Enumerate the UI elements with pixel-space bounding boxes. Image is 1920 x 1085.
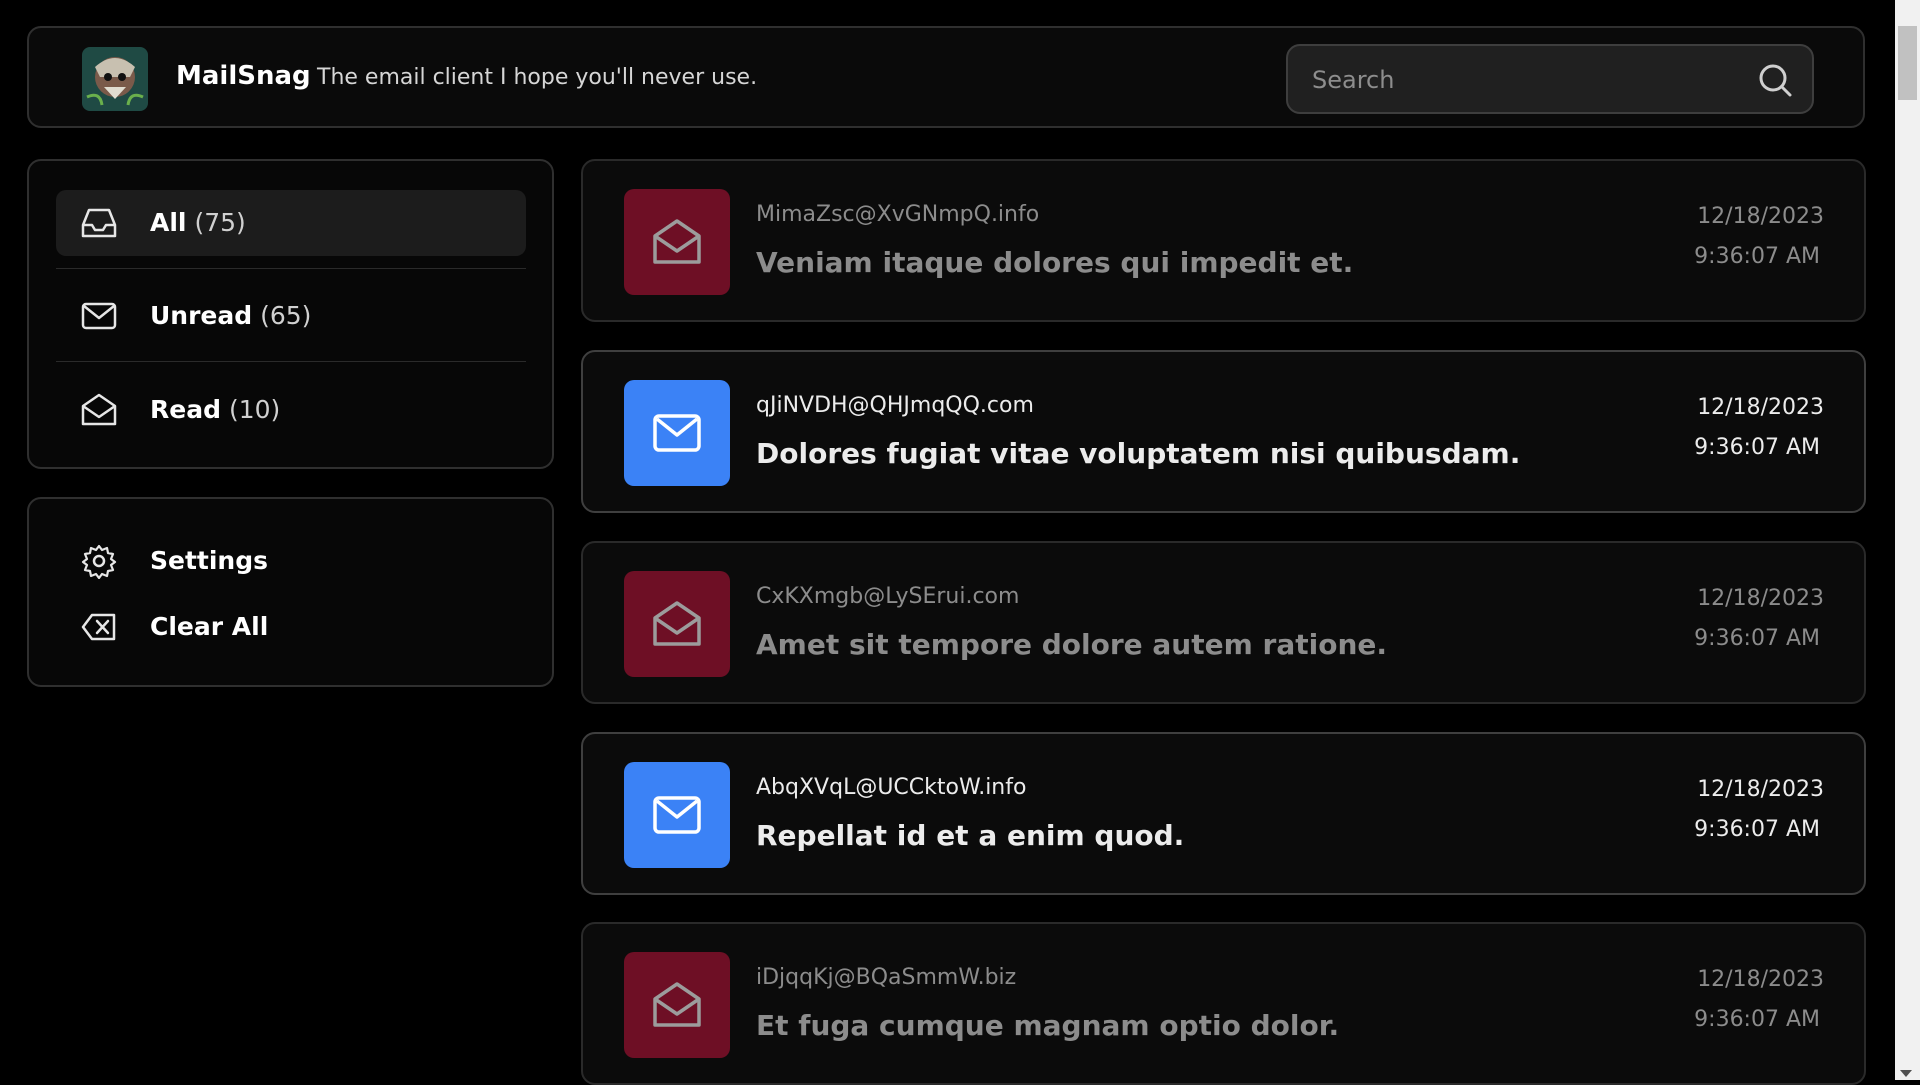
clear-all-button[interactable]: Clear All (80, 605, 500, 649)
folder-read[interactable]: Read (10) (56, 377, 526, 443)
inbox-icon (81, 208, 117, 238)
app-tagline: The email client I hope you'll never use… (317, 65, 758, 90)
email-time: 9:36:07 AM (1694, 817, 1820, 842)
actions-panel: Settings Clear All (27, 497, 554, 687)
email-time: 9:36:07 AM (1694, 435, 1820, 460)
folder-unread[interactable]: Unread (65) (56, 283, 526, 349)
email-time: 9:36:07 AM (1694, 244, 1820, 269)
email-sender: CxKXmgb@LySErui.com (756, 584, 1020, 609)
email-status-badge (624, 762, 730, 868)
email-item[interactable]: qJiNVDH@QHJmqQQ.com Dolores fugiat vitae… (581, 350, 1866, 513)
email-item[interactable]: iDjqqKj@BQaSmmW.biz Et fuga cumque magna… (581, 922, 1866, 1085)
email-item[interactable]: CxKXmgb@LySErui.com Amet sit tempore dol… (581, 541, 1866, 704)
mail-closed-icon (653, 414, 701, 452)
mail-open-icon (653, 219, 701, 264)
email-date: 12/18/2023 (1697, 586, 1824, 611)
settings-label: Settings (150, 546, 269, 575)
search-input[interactable] (1312, 58, 1732, 102)
gear-icon (81, 544, 117, 579)
email-status-badge (624, 571, 730, 677)
mail-open-icon (653, 982, 701, 1027)
settings-button[interactable]: Settings (80, 539, 500, 583)
email-subject: Veniam itaque dolores qui impedit et. (756, 246, 1354, 279)
email-sender: AbqXVqL@UCCktoW.info (756, 775, 1027, 800)
email-time: 9:36:07 AM (1694, 1007, 1820, 1032)
folder-panel: All (75) Unread (65) Read (10) (27, 159, 554, 469)
mail-open-icon (81, 393, 117, 426)
app-header: MailSnag The email client I hope you'll … (27, 26, 1865, 128)
email-sender: MimaZsc@XvGNmpQ.info (756, 202, 1040, 227)
email-status-badge (624, 380, 730, 486)
folder-label: All (75) (150, 208, 246, 237)
folder-all[interactable]: All (75) (56, 190, 526, 256)
email-date: 12/18/2023 (1697, 395, 1824, 420)
email-sender: iDjqqKj@BQaSmmW.biz (756, 965, 1017, 990)
email-status-badge (624, 189, 730, 295)
scrollbar-thumb[interactable] (1898, 26, 1917, 100)
email-subject: Repellat id et a enim quod. (756, 819, 1185, 852)
divider (56, 361, 526, 362)
scrollbar[interactable] (1895, 0, 1920, 1080)
mail-closed-icon (653, 796, 701, 834)
app-name: MailSnag (176, 61, 311, 91)
email-subject: Amet sit tempore dolore autem ratione. (756, 628, 1388, 661)
backspace-icon (81, 613, 116, 641)
app-logo-icon (82, 47, 148, 111)
folder-label: Read (10) (150, 395, 281, 424)
search-box[interactable] (1286, 44, 1814, 114)
email-time: 9:36:07 AM (1694, 626, 1820, 651)
email-sender: qJiNVDH@QHJmqQQ.com (756, 393, 1034, 418)
email-subject: Et fuga cumque magnam optio dolor. (756, 1009, 1340, 1042)
email-date: 12/18/2023 (1697, 967, 1824, 992)
email-date: 12/18/2023 (1697, 777, 1824, 802)
email-status-badge (624, 952, 730, 1058)
divider (56, 268, 526, 269)
scroll-down-arrow-icon[interactable] (1900, 1070, 1912, 1077)
mail-closed-icon (81, 302, 117, 330)
email-subject: Dolores fugiat vitae voluptatem nisi qui… (756, 437, 1521, 470)
mail-open-icon (653, 601, 701, 646)
folder-label: Unread (65) (150, 301, 312, 330)
email-date: 12/18/2023 (1697, 204, 1824, 229)
email-item[interactable]: MimaZsc@XvGNmpQ.info Veniam itaque dolor… (581, 159, 1866, 322)
search-icon[interactable] (1756, 61, 1794, 99)
email-item[interactable]: AbqXVqL@UCCktoW.info Repellat id et a en… (581, 732, 1866, 895)
clear-all-label: Clear All (150, 612, 269, 641)
